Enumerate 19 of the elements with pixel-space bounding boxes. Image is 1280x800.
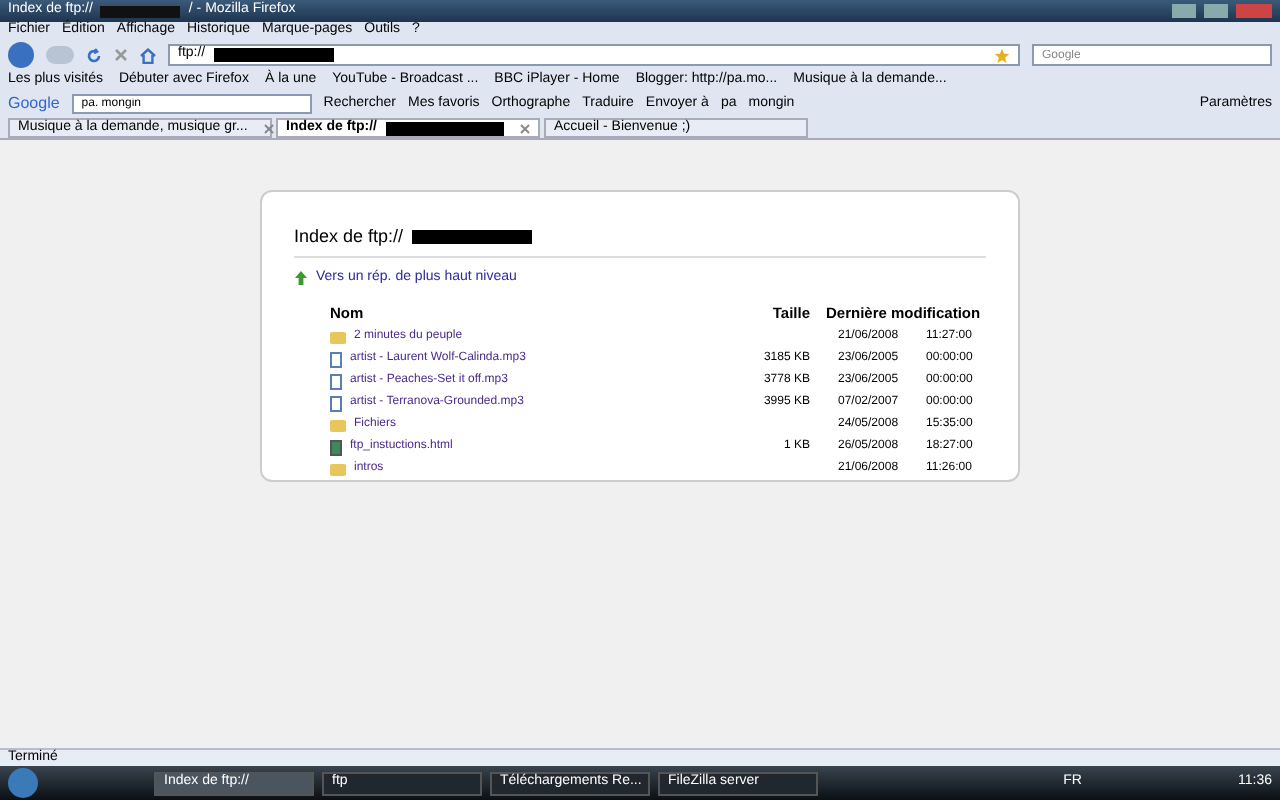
- stop-icon[interactable]: [114, 48, 128, 62]
- back-button[interactable]: [8, 42, 34, 68]
- web-file-icon: [330, 439, 342, 456]
- star-icon[interactable]: [994, 47, 1010, 63]
- google-logo: Google: [8, 92, 60, 116]
- close-tab-icon[interactable]: [520, 123, 530, 133]
- folder-icon: [330, 463, 346, 476]
- reload-icon[interactable]: [86, 47, 102, 63]
- page-heading: Index de ftp://: [294, 224, 404, 250]
- redaction-bar: [213, 48, 334, 62]
- close-tab-icon[interactable]: [263, 123, 274, 133]
- redaction-bar: [411, 230, 532, 245]
- folder-icon: [330, 331, 346, 344]
- redaction-bar: [385, 121, 504, 135]
- folder-icon: [330, 419, 346, 432]
- redaction-bar: [100, 5, 181, 17]
- up-arrow-icon: [294, 269, 308, 286]
- home-icon[interactable]: [140, 47, 156, 63]
- start-button[interactable]: [8, 768, 38, 798]
